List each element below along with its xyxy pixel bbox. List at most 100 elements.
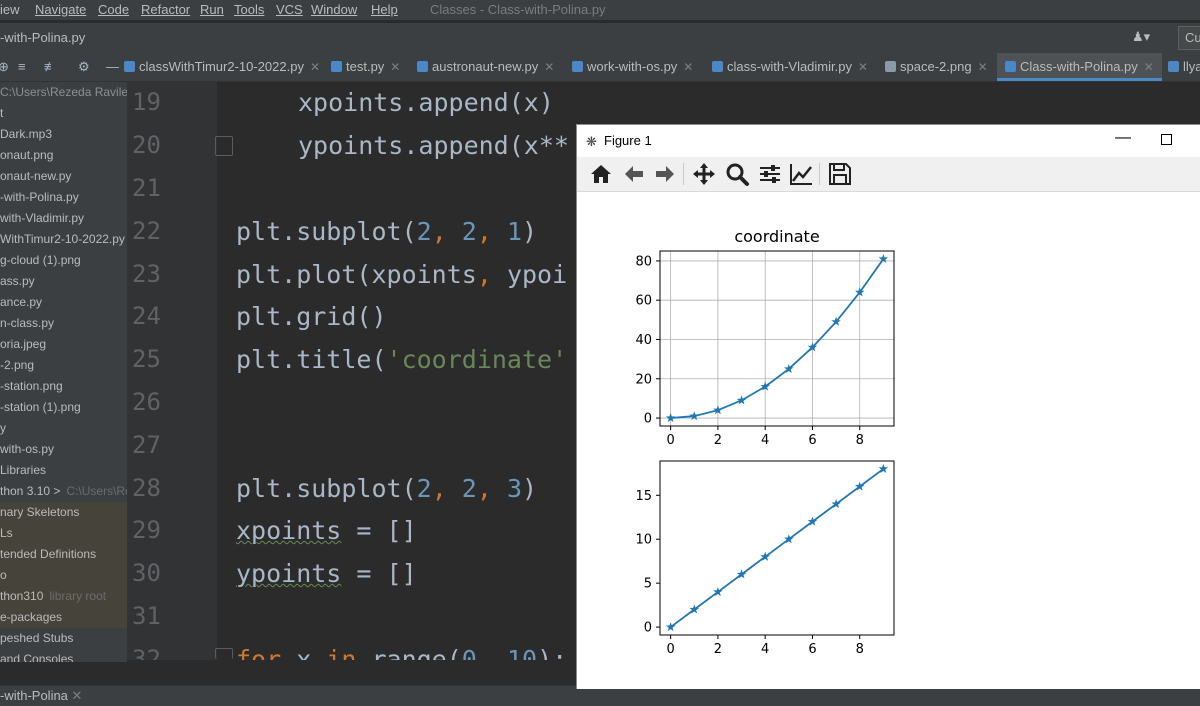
menu-vcs[interactable]: VCS [276,1,303,19]
code-token: 1 [506,217,523,246]
tree-item[interactable]: e-packages [0,607,127,628]
close-icon[interactable]: ✕ [390,60,400,74]
tree-item[interactable]: Ls [0,523,127,544]
tab-austronaut-new[interactable]: austronaut-new.py ✕ [417,53,554,81]
tree-item[interactable]: ance.py [0,292,127,313]
user-icon[interactable]: ♟▾ [1132,29,1150,45]
close-icon[interactable]: ✕ [683,60,693,74]
back-icon[interactable] [621,161,647,187]
hide-icon[interactable]: — [106,59,119,74]
code-line-25[interactable]: plt.title('coordinate' [236,345,567,374]
fold-marker-icon[interactable] [215,648,233,659]
code-line-19[interactable]: xpoints.append(x) [298,88,554,117]
line-number: 25 [132,345,161,373]
plot-area[interactable]: 0 2 4 6 8 0 20 40 60 80 coordinate 0 2 4 6 8 0 5 10 15 [577,192,1200,689]
tree-item[interactable]: Dark.mp3 [0,124,127,145]
tree-item[interactable]: y [0,418,127,439]
tree-item[interactable]: t [0,103,127,124]
code-token: ) [522,474,538,503]
edit-axis-icon[interactable] [788,161,814,187]
code-token: plt.subplot( [236,217,417,246]
menu-view[interactable]: iew [0,1,20,19]
python-file-icon [124,61,135,72]
y-tick-label: 0 [644,621,652,636]
line-number: 31 [132,602,161,630]
tab-space-2[interactable]: space-2.png ✕ [885,53,988,81]
menu-help[interactable]: Help [371,1,398,19]
code-token: , [476,645,507,660]
run-config-dropdown[interactable]: Cu [1178,26,1200,50]
tree-item[interactable]: and Consoles [0,649,127,662]
menu-run[interactable]: Run [200,1,224,19]
fold-marker-icon[interactable] [215,136,233,156]
tree-item[interactable]: ass.py [0,271,127,292]
tab-work-with-os[interactable]: work-with-os.py ✕ [572,53,693,81]
tree-item[interactable]: peshed Stubs [0,628,127,649]
tree-item[interactable]: oria.jpeg [0,334,127,355]
tree-item[interactable]: -with-Polina.py [0,187,127,208]
close-icon[interactable]: ✕ [72,688,83,703]
tree-item[interactable]: thon310 library root [0,586,127,607]
line-number: 28 [132,474,161,502]
menu-code[interactable]: Code [98,1,129,19]
save-icon[interactable] [827,161,853,187]
expand-all-icon[interactable]: ≡ [18,59,26,74]
collapse-icon[interactable]: ⊕ [0,59,9,75]
tab-classWithTimur[interactable]: classWithTimur2-10-2022.py ✕ [124,53,320,81]
close-icon[interactable]: ✕ [310,60,320,74]
tree-item[interactable]: onaut.png [0,145,127,166]
code-line-29[interactable]: xpoints = [] [236,516,417,545]
collapse-all-icon[interactable]: ≢ [44,59,57,74]
code-line-23[interactable]: plt.plot(xpoints, ypoi [236,260,567,289]
tree-item[interactable]: onaut-new.py [0,166,127,187]
menu-window[interactable]: Window [311,1,357,19]
run-tab[interactable]: -with-Polina ✕ [0,688,82,704]
figure-canvas[interactable]: 0 2 4 6 8020406080coordinate0 2 4 6 8051015 [577,192,1200,689]
tab-llya[interactable]: llya [1168,53,1200,81]
maximize-button[interactable] [1161,134,1172,145]
close-icon[interactable]: ✕ [544,60,554,74]
tree-item[interactable]: with-os.py [0,439,127,460]
pan-icon[interactable] [691,161,717,187]
x-tick-label: 8 [856,642,864,657]
code-token: ) [522,217,538,246]
code-line-22[interactable]: plt.subplot(2, 2, 1) [236,217,537,246]
tree-item[interactable]: g-cloud (1).png [0,250,127,271]
tree-item-external-libraries[interactable]: Libraries [0,460,127,481]
home-icon[interactable] [588,161,614,187]
tree-item[interactable]: with-Vladimir.py [0,208,127,229]
tab-class-with-polina[interactable]: Class-with-Polina.py ✕ [997,53,1162,81]
code-line-28[interactable]: plt.subplot(2, 2, 3) [236,474,537,503]
tree-item[interactable]: WithTimur2-10-2022.py [0,229,127,250]
horizontal-scrollbar[interactable] [127,660,582,670]
code-line-30[interactable]: ypoints = [] [236,559,417,588]
code-token: = [] [341,559,417,588]
code-line-32[interactable]: for x in range(0, 10): [236,645,567,660]
tab-test[interactable]: test.py ✕ [331,53,400,81]
menu-refactor[interactable]: Refactor [141,1,190,19]
code-line-20[interactable]: ypoints.append(x** [298,131,569,160]
gear-icon[interactable]: ⚙ [78,59,90,75]
close-icon[interactable]: ✕ [978,60,988,74]
code-token: 2 [416,217,432,246]
minimize-button[interactable]: — [1115,129,1131,147]
tree-item[interactable]: nary Skeletons [0,502,127,523]
close-icon[interactable]: ✕ [1144,60,1154,74]
tree-item[interactable]: o [0,565,127,586]
breadcrumb[interactable]: -with-Polina.py [0,30,85,45]
configure-subplots-icon[interactable] [757,161,783,187]
tree-item[interactable]: n-class.py [0,313,127,334]
tree-item[interactable]: -2.png [0,355,127,376]
tree-item[interactable]: -station (1).png [0,397,127,418]
zoom-icon[interactable] [724,161,750,187]
tree-item[interactable]: tended Definitions [0,544,127,565]
tree-path[interactable]: C:\Users\Rezeda Ravilev [0,82,127,103]
menu-tools[interactable]: Tools [234,1,264,19]
tree-item[interactable]: -station.png [0,376,127,397]
forward-icon[interactable] [652,161,678,187]
menu-navigate[interactable]: Navigate [35,1,86,19]
close-icon[interactable]: ✕ [858,60,868,74]
code-line-24[interactable]: plt.grid() [236,302,387,331]
tab-class-with-vladimir[interactable]: class-with-Vladimir.py ✕ [712,53,868,81]
tree-item-python-sdk[interactable]: thon 3.10 > C:\Users\Rez [0,481,127,502]
